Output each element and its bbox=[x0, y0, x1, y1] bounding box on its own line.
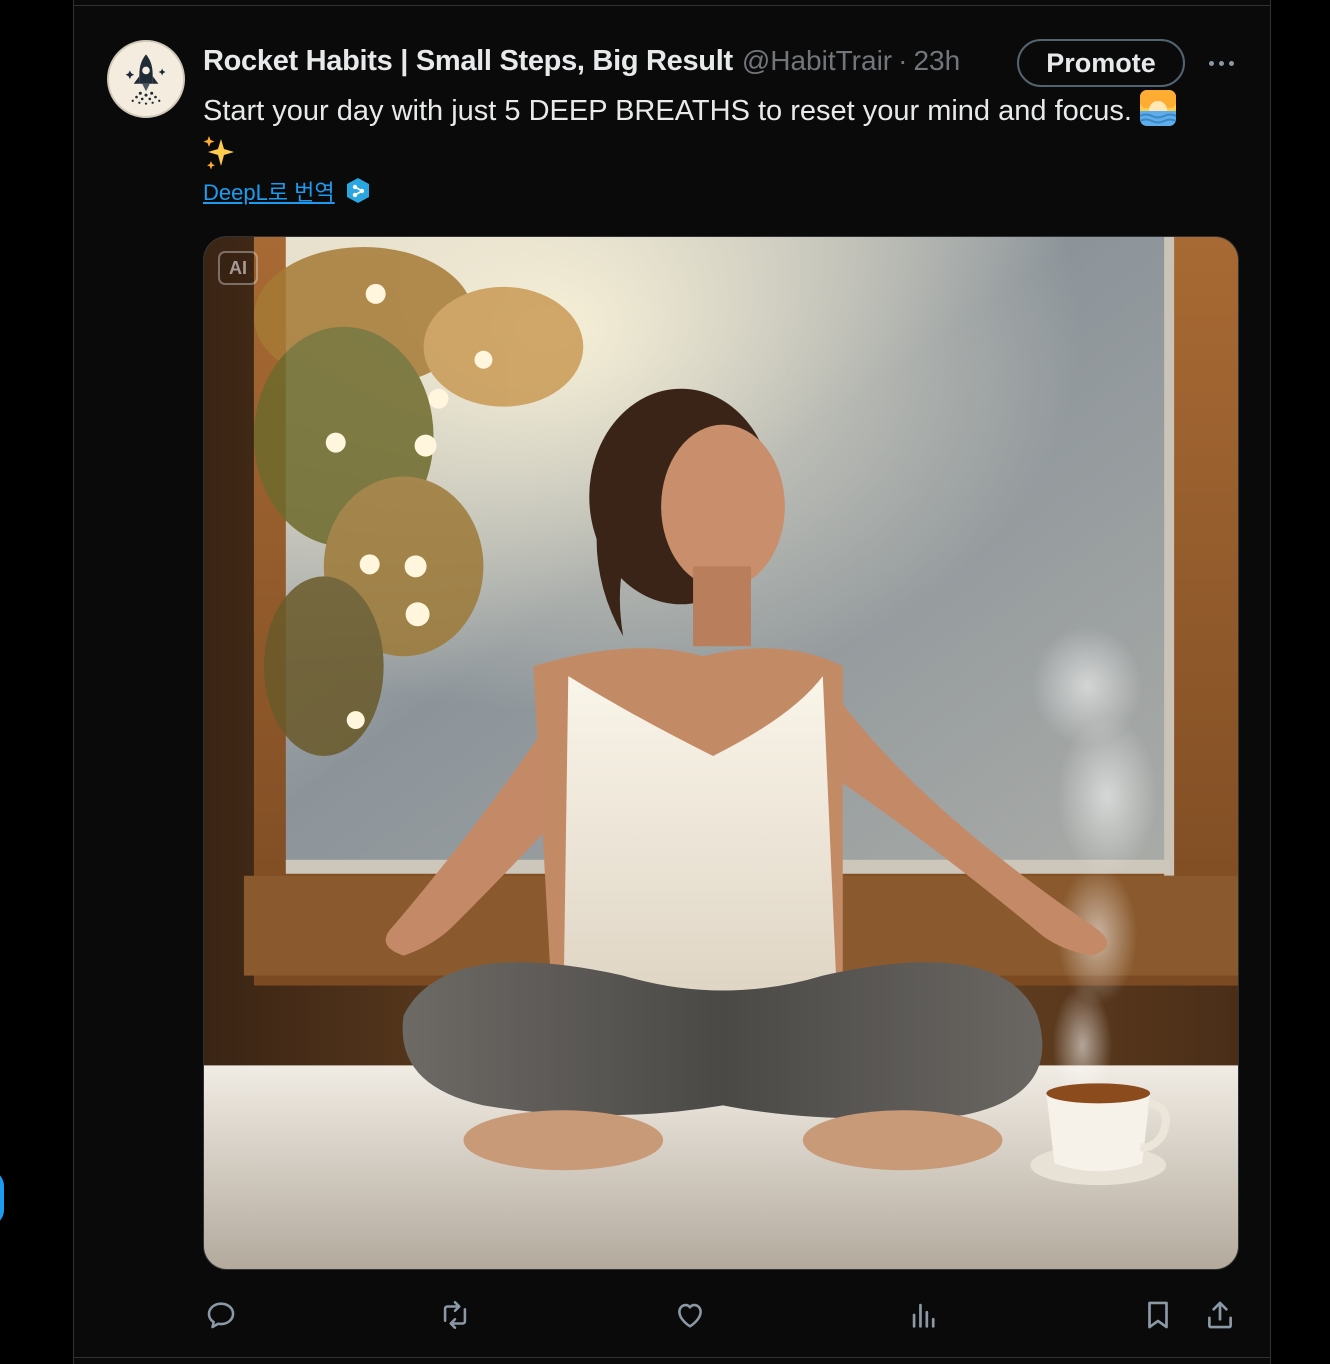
avatar[interactable] bbox=[107, 40, 185, 118]
reply-icon bbox=[207, 1302, 235, 1329]
bookmark-button[interactable] bbox=[1133, 1290, 1183, 1340]
meditation-photo bbox=[204, 237, 1238, 1269]
sparkles-emoji-icon bbox=[203, 136, 234, 170]
ai-badge: AI bbox=[218, 251, 258, 285]
reply-button[interactable] bbox=[196, 1290, 246, 1340]
like-button[interactable] bbox=[665, 1290, 715, 1340]
tweet-media-image[interactable]: AI bbox=[203, 236, 1239, 1270]
tweet-header: Rocket Habits | Small Steps, Big Result … bbox=[203, 38, 960, 84]
translate-link[interactable]: DeepL로 번역 bbox=[203, 175, 335, 207]
bookmark-icon bbox=[1148, 1301, 1168, 1329]
views-icon bbox=[912, 1303, 935, 1328]
rocket-logo-icon bbox=[109, 42, 183, 116]
tweet-text-body: Start your day with just 5 DEEP BREATHS … bbox=[203, 95, 1132, 127]
divider bbox=[74, 5, 1270, 6]
separator: · bbox=[898, 45, 908, 76]
compose-button-edge[interactable] bbox=[0, 1170, 4, 1226]
timestamp[interactable]: 23h bbox=[913, 45, 960, 77]
sunrise-emoji-icon bbox=[1139, 90, 1176, 126]
share-button[interactable] bbox=[1195, 1290, 1245, 1340]
translate-row: DeepL로 번역 bbox=[203, 174, 371, 208]
like-icon bbox=[678, 1303, 702, 1328]
share-icon bbox=[1208, 1301, 1232, 1329]
author-handle[interactable]: @HabitTrair bbox=[742, 45, 892, 77]
views-button[interactable] bbox=[899, 1290, 949, 1340]
deepl-icon[interactable] bbox=[345, 177, 371, 205]
tweet-text: Start your day with just 5 DEEP BREATHS … bbox=[203, 90, 1233, 172]
retweet-button[interactable] bbox=[430, 1290, 480, 1340]
promote-button[interactable]: Promote bbox=[1017, 39, 1185, 87]
action-bar bbox=[74, 1290, 1270, 1340]
more-icon[interactable] bbox=[1202, 44, 1240, 82]
tweet-card[interactable]: Rocket Habits | Small Steps, Big Result … bbox=[73, 0, 1271, 1364]
retweet-icon bbox=[443, 1300, 467, 1330]
author-name[interactable]: Rocket Habits | Small Steps, Big Result bbox=[203, 45, 733, 78]
divider bbox=[74, 1357, 1270, 1358]
